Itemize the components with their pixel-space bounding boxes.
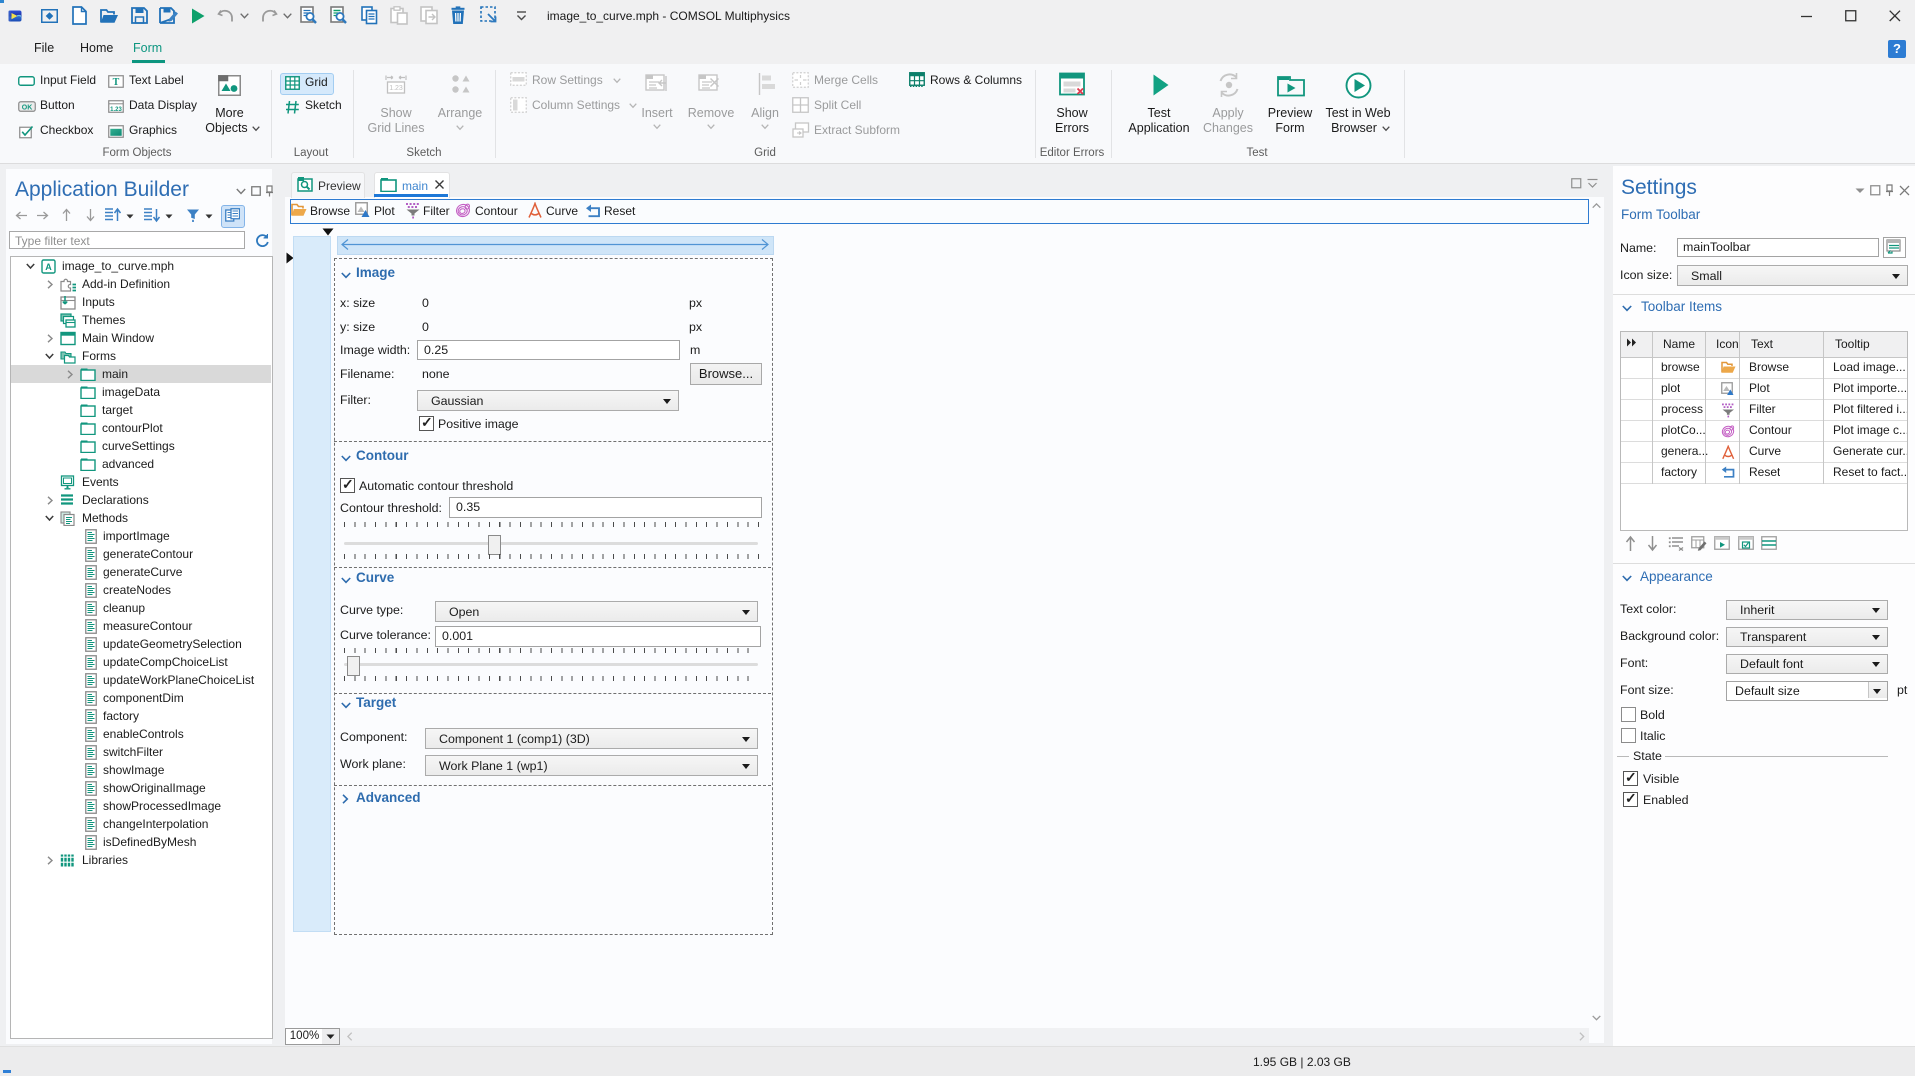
svg-text:OK: OK [22,104,33,111]
svg-text:1.23: 1.23 [110,107,122,113]
svg-text:A: A [45,262,52,272]
svg-text:1.23: 1.23 [389,85,403,92]
svg-text:T: T [113,77,120,88]
